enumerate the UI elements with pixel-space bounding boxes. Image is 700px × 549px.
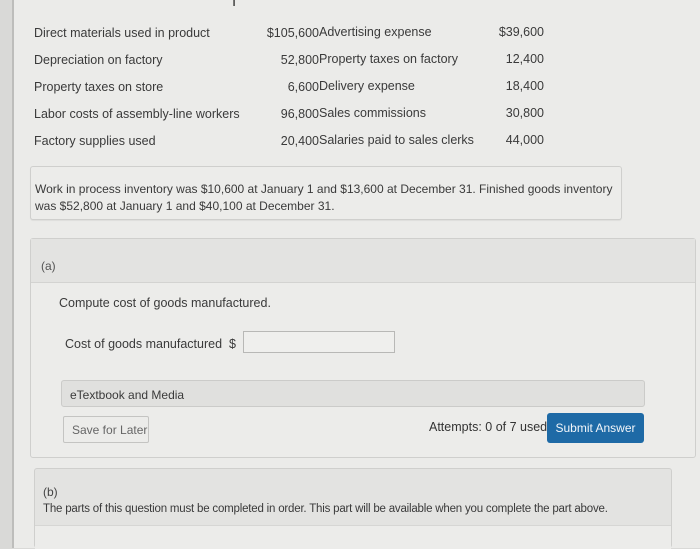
cost-label: Depreciation on factory bbox=[34, 53, 163, 67]
question-page: I Direct materials used in product $105,… bbox=[12, 0, 700, 549]
cogm-input[interactable] bbox=[243, 331, 395, 353]
part-b-content-area bbox=[35, 525, 671, 549]
cost-label: Salaries paid to sales clerks bbox=[319, 133, 474, 147]
cost-label: Labor costs of assembly-line workers bbox=[34, 107, 240, 121]
inventory-info-text: Work in process inventory was $10,600 at… bbox=[35, 182, 613, 213]
cost-amount: 44,000 bbox=[505, 133, 544, 147]
part-a-label: (a) bbox=[41, 259, 56, 273]
save-for-later-button[interactable]: Save for Later bbox=[63, 416, 149, 443]
cost-label: Factory supplies used bbox=[34, 134, 156, 148]
part-a-prompt: Compute cost of goods manufactured. bbox=[59, 296, 271, 310]
part-b-locked-message: The parts of this question must be compl… bbox=[43, 503, 608, 515]
cost-amount: 52,800 bbox=[280, 53, 319, 67]
cost-amount: $39,600 bbox=[498, 25, 544, 39]
inventory-info-box: Work in process inventory was $10,600 at… bbox=[30, 166, 622, 220]
cost-amount: 18,400 bbox=[505, 79, 544, 93]
cost-amount: 30,800 bbox=[505, 106, 544, 120]
cogm-field-label: Cost of goods manufactured bbox=[65, 337, 223, 351]
etextbook-media-toggle[interactable]: eTextbook and Media bbox=[61, 380, 645, 407]
cost-label: Property taxes on factory bbox=[319, 52, 458, 66]
cost-label: Sales commissions bbox=[319, 106, 426, 120]
cost-label: Delivery expense bbox=[319, 79, 415, 93]
cost-amount: 96,800 bbox=[280, 107, 319, 121]
cost-amount: 6,600 bbox=[287, 80, 319, 94]
submit-answer-button[interactable]: Submit Answer bbox=[547, 413, 644, 443]
cost-amount: 12,400 bbox=[505, 52, 544, 66]
cost-amount: 20,400 bbox=[280, 134, 319, 148]
text-cursor-icon: I bbox=[232, 0, 237, 10]
cost-label: Advertising expense bbox=[319, 25, 432, 39]
cost-amount: $105,600 bbox=[266, 26, 319, 40]
cost-label: Direct materials used in product bbox=[34, 26, 210, 40]
part-a-header: (a) bbox=[31, 239, 695, 283]
part-a-panel: (a) Compute cost of goods manufactured. … bbox=[30, 238, 696, 458]
currency-symbol: $ bbox=[229, 337, 236, 351]
attempts-counter: Attempts: 0 of 7 used bbox=[429, 420, 548, 434]
part-b-label: (b) bbox=[43, 485, 58, 499]
part-b-panel: (b) The parts of this question must be c… bbox=[34, 468, 672, 549]
cost-label: Property taxes on store bbox=[34, 80, 164, 94]
